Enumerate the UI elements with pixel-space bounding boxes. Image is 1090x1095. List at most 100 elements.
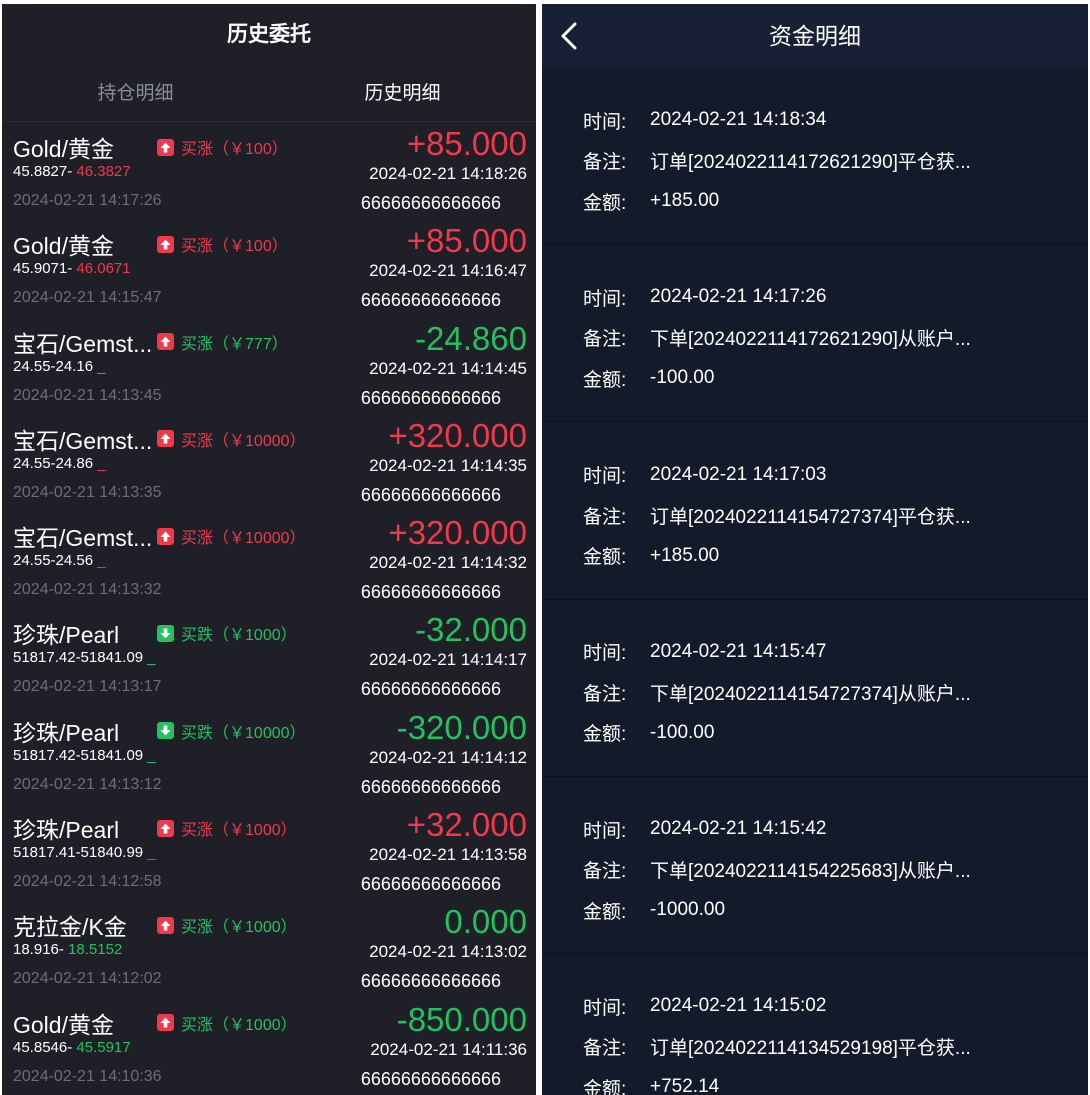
- record-amount: +752.14: [650, 1076, 720, 1095]
- up-arrow-icon: [157, 819, 174, 837]
- open-price: 51817.42-51841.09: [13, 649, 144, 667]
- direction-badge: 买涨 （￥1000）: [157, 816, 297, 840]
- note-label: 备注:: [583, 152, 627, 174]
- direction-label: 买跌: [181, 724, 214, 742]
- direction-label: 买涨: [181, 822, 214, 840]
- order-amount: （￥777）: [213, 335, 288, 353]
- time-label: 时间:: [583, 466, 627, 488]
- direction-label: 买涨: [181, 530, 214, 548]
- up-arrow-icon: [157, 235, 174, 253]
- record-amount-line: 金额: -1000.00: [542, 890, 1088, 931]
- tab-history[interactable]: 历史明细: [269, 66, 536, 121]
- order-list: Gold/黄金 买涨 （￥100） 45.8827- 46.3827 2024-02-2…: [2, 122, 536, 1095]
- price-range: 24.55-24.86 _: [13, 455, 106, 472]
- price-range: 51817.42-51841.09 _: [13, 649, 156, 666]
- record-amount: +185.00: [650, 544, 720, 566]
- order-row[interactable]: 珍珠/Pearl 买跌 （￥1000） 51817.42-51841.09 _ 2024…: [2, 608, 536, 705]
- order-code: 66666666666666: [360, 582, 501, 603]
- close-time: 2024-02-21 14:14:45: [369, 358, 527, 378]
- record-note-line: 备注: 订单[2024022114172621290]平仓获...: [542, 141, 1088, 182]
- direction-label: 买涨: [181, 432, 214, 450]
- order-code: 66666666666666: [360, 776, 501, 797]
- product-name: 珍珠/Pearl: [13, 817, 120, 844]
- order-row[interactable]: Gold/黄金 买涨 （￥100） 45.8827- 46.3827 2024-02-2…: [2, 122, 536, 219]
- order-row[interactable]: 宝石/Gemst... 买涨 （￥10000） 24.55-24.56 _ 2024-0…: [2, 511, 536, 608]
- fund-record: 时间: 2024-02-21 14:17:03 备注: 订单[202402211415…: [542, 422, 1088, 600]
- fund-record: 时间: 2024-02-21 14:15:47 备注: 下单[202402211415…: [542, 600, 1088, 777]
- close-price: 18.5152: [63, 941, 123, 959]
- order-code: 66666666666666: [360, 290, 501, 311]
- note-label: 备注:: [583, 506, 627, 528]
- price-range: 24.55-24.56 _: [13, 552, 106, 569]
- profit-loss: +320.000: [388, 514, 527, 552]
- close-price: _: [93, 357, 106, 375]
- time-label: 时间:: [583, 643, 627, 665]
- order-code: 66666666666666: [360, 971, 501, 992]
- record-time: 2024-02-21 14:15:42: [650, 818, 827, 839]
- profit-loss: +32.000: [406, 806, 527, 844]
- open-time: 2024-02-21 14:17:26: [13, 192, 162, 209]
- open-price: 24.55-24.56: [13, 552, 94, 570]
- direction-label: 买涨: [181, 238, 214, 256]
- note-label: 备注:: [583, 1038, 627, 1060]
- up-arrow-icon: [157, 527, 174, 545]
- note-label: 备注:: [583, 329, 627, 351]
- fund-details-panel: 资金明细 时间: 2024-02-21 14:18:34 备注: 订单[2024022…: [542, 4, 1088, 1095]
- order-row[interactable]: 珍珠/Pearl 买跌 （￥10000） 51817.42-51841.09 _ 202…: [2, 706, 536, 803]
- amount-label: 金额:: [583, 724, 627, 746]
- order-amount: （￥1000）: [213, 919, 297, 937]
- open-time: 2024-02-21 14:13:17: [13, 678, 162, 696]
- direction-label: 买涨: [181, 335, 214, 353]
- open-time: 2024-02-21 14:13:35: [13, 483, 162, 501]
- direction-label: 买跌: [181, 627, 214, 645]
- record-amount-line: 金额: +185.00: [542, 535, 1088, 576]
- close-price: 46.3827: [72, 163, 131, 180]
- open-price: 45.8546-: [13, 1038, 73, 1056]
- record-amount: -100.00: [650, 367, 715, 389]
- record-time: 2024-02-21 14:17:03: [650, 463, 827, 485]
- direction-badge: 买涨 （￥1000）: [157, 1011, 297, 1035]
- record-time: 2024-02-21 14:18:34: [650, 109, 827, 131]
- tab-positions[interactable]: 持仓明细: [2, 66, 269, 121]
- price-range: 18.916- 18.5152: [13, 941, 122, 958]
- order-row[interactable]: 宝石/Gemst... 买涨 （￥10000） 24.55-24.86 _ 2024-0…: [2, 414, 536, 511]
- open-time: 2024-02-21 14:13:32: [13, 581, 162, 599]
- direction-badge: 买涨 （￥10000）: [157, 524, 306, 548]
- direction-badge: 买跌 （￥1000）: [157, 621, 297, 645]
- close-price: 46.0671: [72, 260, 131, 278]
- tab-bar: 持仓明细 历史明细: [2, 66, 536, 122]
- order-row[interactable]: 珍珠/Pearl 买涨 （￥1000） 51817.41-51840.99 _ 2024…: [2, 803, 536, 900]
- close-price: _: [143, 844, 156, 862]
- order-amount: （￥10000）: [213, 432, 306, 450]
- open-price: 18.916-: [13, 941, 64, 959]
- amount-label: 金额:: [583, 192, 627, 214]
- order-row[interactable]: 克拉金/K金 买涨 （￥1000） 18.916- 18.5152 2024-02-21…: [2, 900, 536, 997]
- time-label: 时间:: [583, 288, 627, 310]
- time-label: 时间:: [583, 111, 627, 133]
- profit-loss: -850.000: [396, 1000, 527, 1038]
- product-name: 宝石/Gemst...: [13, 427, 153, 454]
- close-time: 2024-02-21 14:14:17: [369, 650, 527, 670]
- record-note-line: 备注: 订单[2024022114134529198]平仓获...: [542, 1026, 1088, 1067]
- close-time: 2024-02-21 14:18:26: [369, 164, 527, 183]
- direction-badge: 买涨 （￥10000）: [157, 427, 306, 451]
- order-row[interactable]: 宝石/Gemst... 买涨 （￥777） 24.55-24.16 _ 2024-02-…: [2, 317, 536, 414]
- profit-loss: +320.000: [388, 416, 527, 454]
- amount-label: 金额:: [583, 1078, 627, 1095]
- direction-label: 买涨: [181, 1016, 214, 1034]
- product-name: Gold/黄金: [13, 1011, 114, 1038]
- order-amount: （￥10000）: [213, 724, 306, 742]
- order-row[interactable]: Gold/黄金 买涨 （￥1000） 45.8546- 45.5917 2024-02-…: [2, 998, 536, 1095]
- record-time: 2024-02-21 14:15:02: [650, 995, 827, 1017]
- up-arrow-icon: [157, 430, 174, 448]
- record-note-line: 备注: 下单[2024022114154225683]从账户...: [542, 849, 1088, 890]
- close-time: 2024-02-21 14:13:02: [369, 942, 527, 962]
- profit-loss: +85.000: [406, 222, 527, 260]
- close-price: 45.5917: [72, 1038, 131, 1056]
- down-arrow-icon: [157, 624, 174, 642]
- product-name: 珍珠/Pearl: [13, 622, 120, 649]
- order-code: 66666666666666: [360, 874, 501, 895]
- record-amount-line: 金额: -100.00: [542, 358, 1088, 399]
- order-row[interactable]: Gold/黄金 买涨 （￥100） 45.9071- 46.0671 2024-02-2…: [2, 219, 536, 316]
- record-time-line: 时间: 2024-02-21 14:17:03: [542, 454, 1088, 495]
